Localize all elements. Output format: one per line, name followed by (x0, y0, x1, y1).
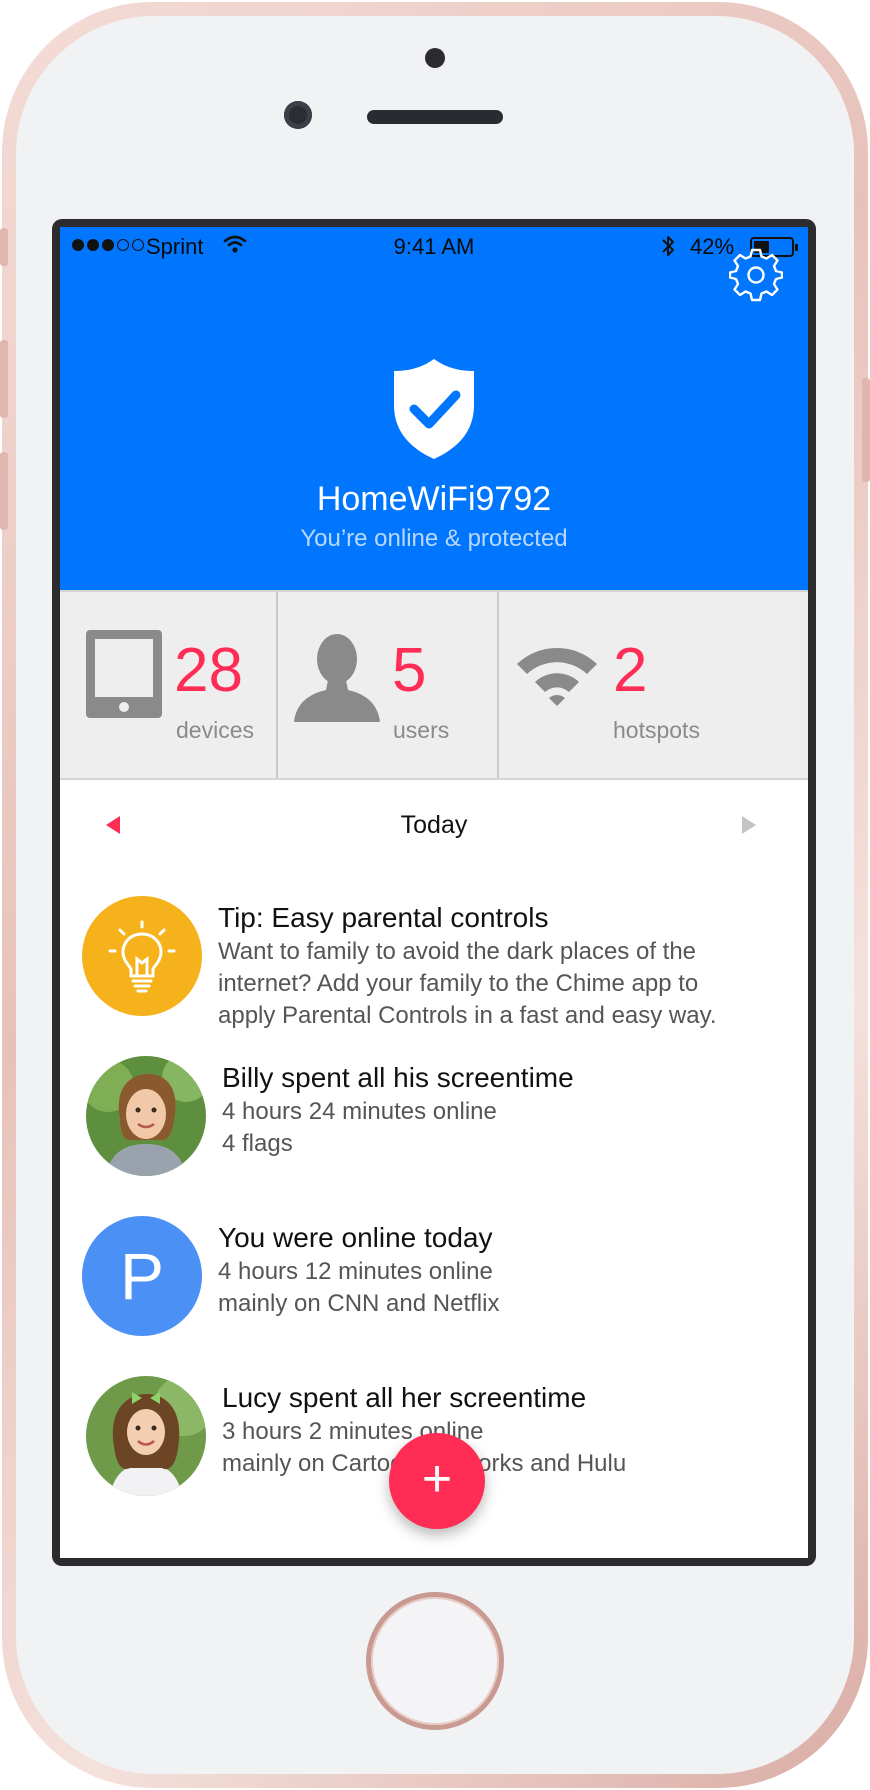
lightbulb-icon (108, 920, 176, 993)
feed-item-self[interactable]: P You were online today 4 hours 12 minut… (60, 1216, 808, 1356)
shield-check-icon (394, 359, 474, 459)
feed-item-line: mainly on Cartoon Networks and Hulu (222, 1450, 627, 1477)
proximity-sensor (425, 48, 445, 68)
date-navigator: Today (60, 780, 808, 870)
protection-status: You’re online & protected (300, 525, 568, 552)
triangle-right-icon[interactable] (742, 816, 756, 834)
network-header: Sprint 9:41 AM 42% HomeWiFi9792 You’re o… (60, 227, 808, 590)
stat-value: 28 (174, 636, 243, 705)
feed-item-title: Tip: Easy parental controls (218, 902, 549, 933)
tablet-icon (86, 630, 162, 718)
front-camera-icon (284, 101, 312, 129)
letter-avatar: P (82, 1216, 202, 1336)
feed-item-line: 4 flags (222, 1130, 293, 1157)
volume-up-button (0, 340, 8, 418)
date-label: Today (400, 811, 468, 839)
stat-value: 2 (613, 636, 648, 705)
battery-percent: 42% (690, 234, 735, 259)
feed-item-line: internet? Add your family to the Chime a… (218, 970, 699, 997)
stat-label: hotspots (613, 717, 700, 743)
stat-users[interactable]: 5 users (278, 592, 499, 778)
earpiece-speaker (367, 110, 503, 124)
bluetooth-icon (662, 236, 674, 256)
wifi-icon (517, 648, 597, 706)
feed-item-line: 4 hours 24 minutes online (222, 1098, 497, 1125)
tip-avatar (82, 896, 202, 1016)
stat-hotspots[interactable]: 2 hotspots (499, 592, 708, 778)
stat-devices[interactable]: 28 devices (60, 592, 278, 778)
child-photo (86, 1376, 206, 1496)
avatar (86, 1056, 206, 1176)
avatar (86, 1376, 206, 1496)
feed-item-title: Billy spent all his screentime (222, 1062, 574, 1093)
child-photo (86, 1056, 206, 1176)
feed-item-line: 3 hours 2 minutes online (222, 1418, 484, 1445)
avatar-letter: P (119, 1239, 165, 1313)
feed-item-line: apply Parental Controls in a fast and ea… (218, 1002, 717, 1029)
stats-bar: 28 devices 5 users 2 hotspots (60, 590, 808, 780)
stat-value: 5 (392, 636, 427, 705)
feed-item-billy[interactable]: Billy spent all his screentime 4 hours 2… (60, 1056, 808, 1196)
stat-label: users (393, 717, 450, 743)
feed-item-line: 4 hours 12 minutes online (218, 1258, 493, 1285)
billy-text: Billy spent all his screentime 4 hours 2… (222, 1060, 788, 1160)
feed-item-tip[interactable]: Tip: Easy parental controls Want to fami… (60, 896, 808, 1036)
app-screen: Sprint 9:41 AM 42% HomeWiFi9792 You’re o… (60, 227, 808, 1558)
gear-icon[interactable] (729, 248, 783, 302)
lucy-text: Lucy spent all her screentime 3 hours 2 … (222, 1380, 788, 1480)
stat-label: devices (176, 717, 254, 743)
network-name: HomeWiFi9792 (316, 480, 552, 518)
person-icon (294, 634, 380, 722)
feed-item-line: Want to family to avoid the dark places … (218, 938, 697, 965)
power-button (862, 378, 870, 482)
add-button[interactable]: + (389, 1433, 485, 1529)
status-bar: Sprint 9:41 AM 42% (60, 227, 808, 267)
feed-item-title: Lucy spent all her screentime (222, 1382, 587, 1413)
mute-switch (0, 228, 8, 266)
feed-item-title: You were online today (218, 1222, 493, 1253)
home-button[interactable] (366, 1592, 504, 1730)
self-text: You were online today 4 hours 12 minutes… (218, 1220, 788, 1320)
feed-item-line: mainly on CNN and Netflix (218, 1290, 500, 1317)
volume-down-button (0, 452, 8, 530)
tip-text: Tip: Easy parental controls Want to fami… (218, 900, 788, 1032)
